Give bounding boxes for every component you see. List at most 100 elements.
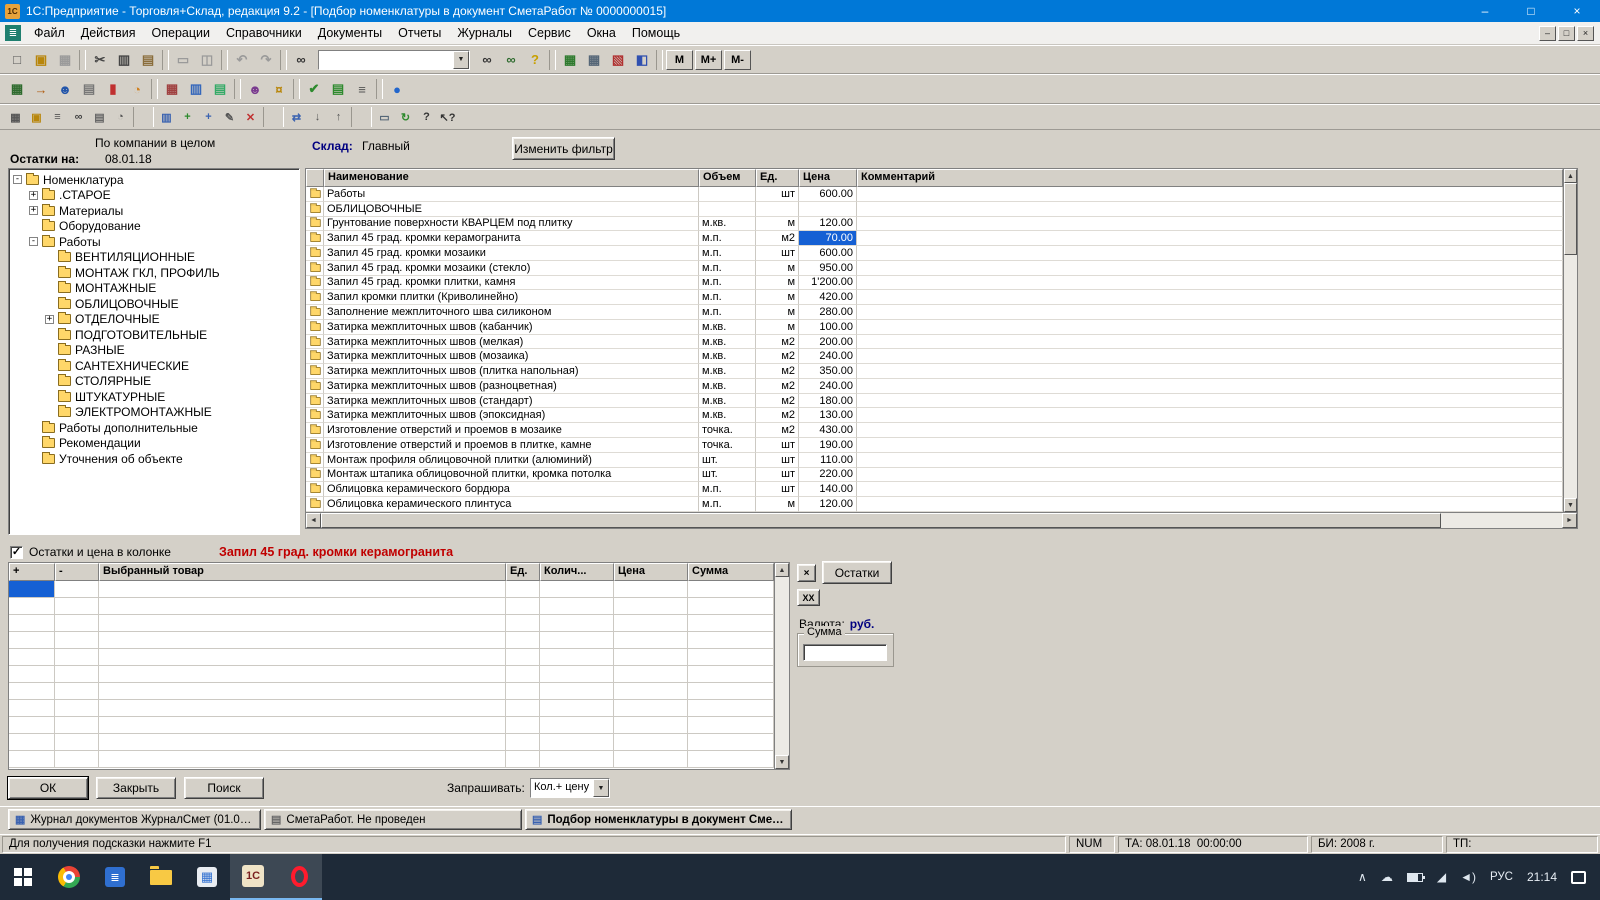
minimize-button[interactable]: –	[1462, 0, 1508, 22]
tree-node[interactable]: ЭЛЕКТРОМОНТАЖНЫЕ	[9, 405, 299, 421]
table-green-icon[interactable]: ▦	[558, 49, 582, 71]
notebook-icon[interactable]: ▤	[77, 78, 101, 100]
copy-icon[interactable]: ▥	[112, 49, 136, 71]
new-document-icon[interactable]: □	[5, 49, 29, 71]
taskbar-explorer-button[interactable]	[138, 854, 184, 900]
menu-item[interactable]: Сервис	[520, 22, 579, 44]
menu-item[interactable]: Операции	[144, 22, 218, 44]
catalog-row[interactable]: Затирка межплиточных швов (эпоксидная) м…	[306, 408, 1563, 423]
menu-item[interactable]: Действия	[73, 22, 144, 44]
scroll-down-button[interactable]: ▼	[1564, 498, 1577, 512]
hierarchy-icon[interactable]: ≡	[47, 107, 68, 127]
edit-item-icon[interactable]: ✎	[219, 107, 240, 127]
print-icon[interactable]: ▭	[171, 49, 195, 71]
redo-icon[interactable]: ↷	[254, 49, 278, 71]
tree-node[interactable]: ВЕНТИЛЯЦИОННЫЕ	[9, 250, 299, 266]
ok-button[interactable]: ОК	[8, 777, 88, 799]
find-icon[interactable]: ∞	[289, 49, 313, 71]
help-icon[interactable]: ?	[523, 49, 547, 71]
price-table-icon[interactable]: ▥	[184, 78, 208, 100]
catalog-row[interactable]: Облицовка керамического плинтуса м.п. м …	[306, 497, 1563, 512]
doc-check-icon[interactable]: ✔	[302, 78, 326, 100]
picked-table-empty-row[interactable]	[9, 615, 774, 632]
tree-node[interactable]: СТОЛЯРНЫЕ	[9, 374, 299, 390]
catalog-row[interactable]: Работы шт 600.00	[306, 187, 1563, 202]
catalog-row[interactable]: Затирка межплиточных швов (стандарт) м.к…	[306, 394, 1563, 409]
print-preview-icon[interactable]: ◫	[195, 49, 219, 71]
move-item-icon[interactable]: ⇄	[286, 107, 307, 127]
catalog-vertical-scrollbar[interactable]: ▲ ▼	[1563, 169, 1577, 512]
search-doc-icon[interactable]: ∞	[68, 107, 89, 127]
language-indicator[interactable]: РУС	[1490, 871, 1513, 883]
close-form-button[interactable]: Закрыть	[96, 777, 176, 799]
tree-node[interactable]: ОБЛИЦОВОЧНЫЕ	[9, 296, 299, 312]
catalog-horizontal-scrollbar[interactable]: ◄ ►	[306, 512, 1577, 528]
picked-table-empty-row[interactable]	[9, 751, 774, 768]
tree-expander-icon[interactable]: +	[29, 191, 38, 200]
tree-node[interactable]: + Материалы	[9, 203, 299, 219]
catalog-row[interactable]: Запил 45 град. кромки плитки, камня м.п.…	[306, 276, 1563, 291]
picked-table-empty-row[interactable]	[9, 632, 774, 649]
catalog-row[interactable]: Заполнение межплиточного шва силиконом м…	[306, 305, 1563, 320]
partners-icon[interactable]: ☻	[243, 78, 267, 100]
quick-search-dropdown-arrow[interactable]: ▼	[453, 51, 469, 69]
tree-node[interactable]: Рекомендации	[9, 436, 299, 452]
picked-vertical-scrollbar[interactable]: ▲ ▼	[774, 563, 789, 769]
red-book-icon[interactable]: ▮	[101, 78, 125, 100]
open-icon[interactable]: ▣	[29, 49, 53, 71]
window-tab[interactable]: ▤ СметаРабот. Не проведен	[264, 809, 522, 830]
help3-icon[interactable]: ?	[416, 107, 437, 127]
sort-asc-icon[interactable]: ↓	[307, 107, 328, 127]
tree-node[interactable]: Уточнения об объекте	[9, 451, 299, 467]
scroll-left-button[interactable]: ◄	[306, 513, 321, 528]
delete-all-rows-button[interactable]: XX	[797, 589, 820, 606]
tree-expander-icon[interactable]: +	[29, 206, 38, 215]
tree-expander-icon[interactable]: -	[29, 237, 38, 246]
mdi-close-button[interactable]: ×	[1577, 26, 1594, 41]
scroll-thumb[interactable]	[1564, 183, 1577, 255]
mdi-minimize-button[interactable]: –	[1539, 26, 1556, 41]
taskbar-calc-button[interactable]: ▦	[184, 854, 230, 900]
window-tab[interactable]: ▦ Журнал документов ЖурналСмет (01.01...…	[8, 809, 261, 830]
doc-lines-icon[interactable]: ≡	[350, 78, 374, 100]
action-center-icon[interactable]	[1571, 871, 1586, 884]
start-button[interactable]	[0, 854, 46, 900]
refresh-icon[interactable]: ↻	[395, 107, 416, 127]
taskbar-chrome-button[interactable]	[46, 854, 92, 900]
picked-table-empty-row[interactable]	[9, 683, 774, 700]
tree-node[interactable]: ШТУКАТУРНЫЕ	[9, 389, 299, 405]
catalog-row[interactable]: Облицовка керамического бордюра м.п. шт …	[306, 482, 1563, 497]
tree-node[interactable]: ПОДГОТОВИТЕЛЬНЫЕ	[9, 327, 299, 343]
table-mode-icon[interactable]: ▦	[5, 107, 26, 127]
balance-in-column-checkbox[interactable]: ✓	[10, 546, 23, 559]
card-icon[interactable]: ▤	[89, 107, 110, 127]
catalog-row[interactable]: Затирка межплиточных швов (кабанчик) м.к…	[306, 320, 1563, 335]
picked-table-empty-row[interactable]	[9, 734, 774, 751]
tree-node[interactable]: МОНТАЖНЫЕ	[9, 281, 299, 297]
scroll-thumb[interactable]	[321, 513, 1441, 528]
spreadsheet-icon[interactable]: ▦	[5, 78, 29, 100]
users-icon[interactable]: ☻	[53, 78, 77, 100]
delete-item-icon[interactable]: ✕	[240, 107, 261, 127]
volume-icon[interactable]: ◄)	[1460, 870, 1476, 884]
scroll-down-button[interactable]: ▼	[775, 755, 789, 769]
copy-item-icon[interactable]: ▥	[156, 107, 177, 127]
picked-table-empty-row[interactable]	[9, 581, 774, 598]
catalog-row[interactable]: Затирка межплиточных швов (плитка наполь…	[306, 364, 1563, 379]
taskbar-clock[interactable]: 21:14	[1527, 870, 1557, 884]
memory-minus-button[interactable]: M-	[724, 50, 751, 70]
menu-item[interactable]: Документы	[310, 22, 390, 44]
catalog-row[interactable]: Изготовление отверстий и проемов в плитк…	[306, 438, 1563, 453]
menu-item[interactable]: Журналы	[449, 22, 520, 44]
taskbar-1c-button[interactable]: 1С	[230, 854, 276, 900]
quick-search-combobox[interactable]: ▼	[318, 50, 470, 70]
catalog-row[interactable]: Монтаж штапика облицовочной плитки, кром…	[306, 468, 1563, 483]
tree-node[interactable]: САНТЕХНИЧЕСКИЕ	[9, 358, 299, 374]
search-button[interactable]: Поиск	[184, 777, 264, 799]
mdi-document-icon[interactable]: ≣	[5, 25, 21, 41]
tree-expander-icon[interactable]: -	[13, 175, 22, 184]
picked-table-empty-row[interactable]	[9, 598, 774, 615]
scroll-right-button[interactable]: ►	[1562, 513, 1577, 528]
maximize-button[interactable]: □	[1508, 0, 1554, 22]
save-icon[interactable]: ▦	[53, 49, 77, 71]
